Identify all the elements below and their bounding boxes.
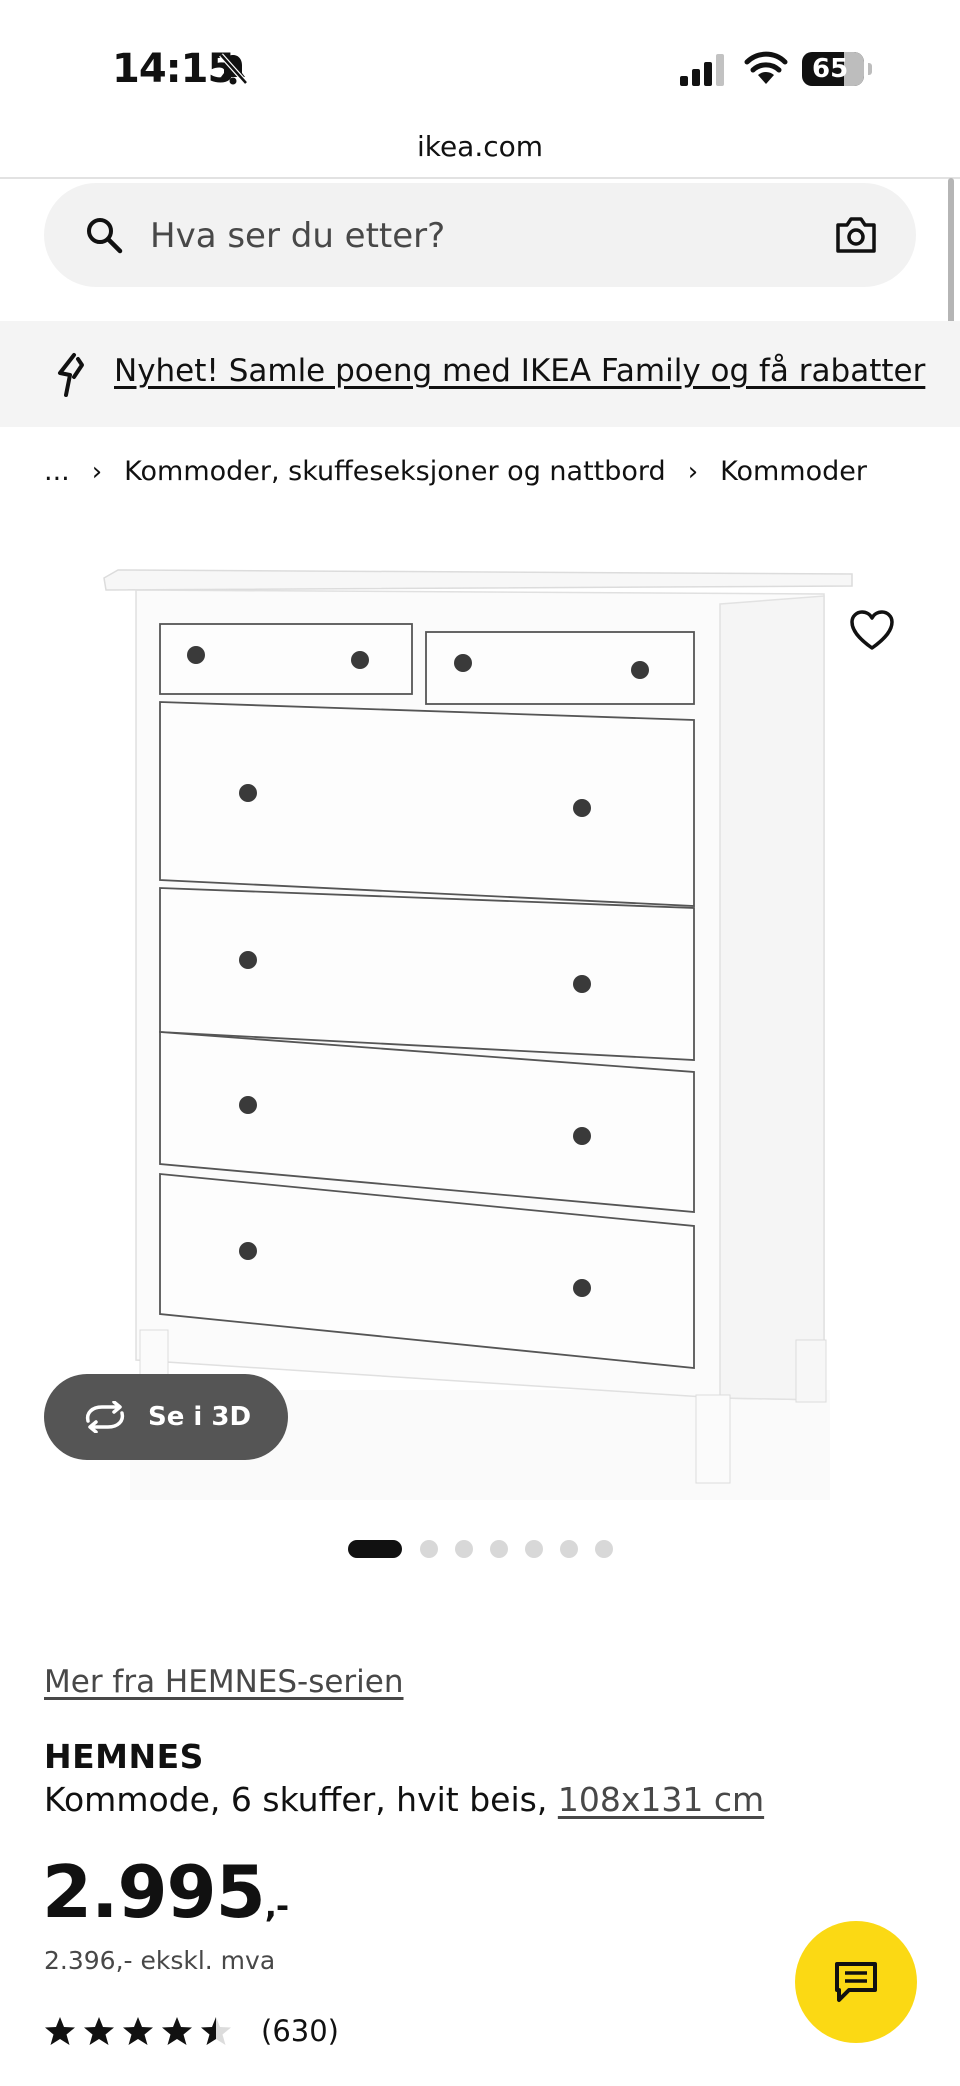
chevron-right-icon: ›: [687, 456, 699, 487]
price-excl-vat: 2.396,- ekskl. mva: [44, 1946, 276, 1975]
product-rating[interactable]: (630): [44, 2014, 339, 2048]
battery-tip: [868, 63, 872, 75]
signal-icon: [680, 54, 724, 86]
battery-level: 65: [812, 54, 849, 84]
product-size-link[interactable]: 108x131 cm: [558, 1780, 764, 1819]
product-description: Kommode, 6 skuffer, hvit beis, 108x131 c…: [44, 1780, 764, 1819]
url-bar[interactable]: ikea.com: [0, 130, 960, 163]
view-3d-label: Se i 3D: [148, 1402, 252, 1432]
star-half-icon: [201, 2017, 231, 2045]
chat-bubble-icon: [835, 1962, 877, 2002]
favorite-heart-icon[interactable]: [848, 608, 896, 652]
status-bar: 14:15 65: [0, 0, 960, 140]
carousel-dot[interactable]: [490, 1540, 508, 1558]
search-input[interactable]: [148, 183, 752, 289]
link-chain-icon: [58, 353, 84, 397]
carousel-dot[interactable]: [420, 1540, 438, 1558]
bell-muted-icon: [219, 53, 248, 85]
search-icon[interactable]: [84, 215, 124, 255]
product-name: HEMNES: [44, 1737, 204, 1776]
product-price: 2.995,-: [42, 1850, 289, 1934]
star-full-icon: [45, 2017, 75, 2045]
wifi-icon: [744, 51, 788, 84]
divider: [0, 177, 960, 179]
breadcrumb-item-chests-of-drawers[interactable]: Kommoder, skuffeseksjoner og nattbord: [124, 456, 666, 487]
battery-indicator: 65: [802, 52, 864, 86]
carousel-dot[interactable]: [525, 1540, 543, 1558]
star-full-icon: [84, 2017, 114, 2045]
star-full-icon: [162, 2017, 192, 2045]
status-time: 14:15: [112, 46, 235, 92]
family-banner[interactable]: Nyhet! Samle poeng med IKEA Family og få…: [0, 321, 960, 427]
rotate-3d-icon: [85, 1401, 125, 1433]
product-image[interactable]: [0, 520, 960, 1520]
chevron-right-icon: ›: [91, 456, 103, 487]
price-value: 2.995: [42, 1850, 266, 1934]
carousel-dot[interactable]: [455, 1540, 473, 1558]
product-description-text: Kommode, 6 skuffer, hvit beis,: [44, 1780, 548, 1819]
carousel-dot[interactable]: [595, 1540, 613, 1558]
chat-button[interactable]: [795, 1921, 917, 2043]
price-suffix: ,-: [264, 1887, 289, 1925]
carousel-dot[interactable]: [560, 1540, 578, 1558]
star-full-icon: [123, 2017, 153, 2045]
series-link[interactable]: Mer fra HEMNES-serien: [44, 1664, 404, 1700]
image-carousel-indicator: [348, 1540, 630, 1558]
breadcrumb-item-dressers[interactable]: Kommoder: [720, 456, 867, 487]
review-count[interactable]: (630): [261, 2014, 339, 2048]
carousel-dot-active[interactable]: [348, 1540, 402, 1558]
camera-icon[interactable]: [834, 215, 878, 255]
search-bar[interactable]: [44, 183, 916, 289]
breadcrumb-ellipsis[interactable]: ...: [44, 456, 70, 487]
view-3d-button[interactable]: Se i 3D: [44, 1374, 288, 1460]
family-banner-link[interactable]: Nyhet! Samle poeng med IKEA Family og få…: [114, 353, 925, 389]
breadcrumb: ... › Kommoder, skuffeseksjoner og nattb…: [44, 456, 867, 487]
